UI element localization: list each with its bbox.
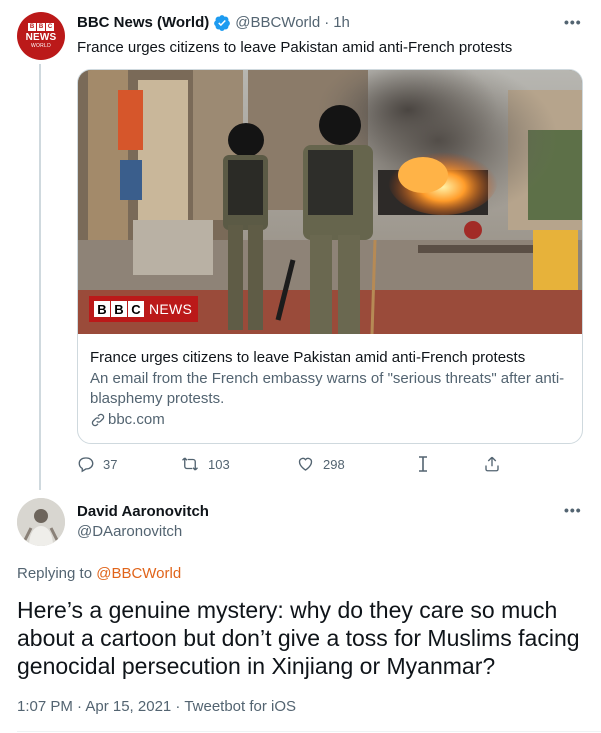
card-title[interactable]: France urges citizens to leave Pakistan … <box>90 348 570 368</box>
card-body: France urges citizens to leave Pakistan … <box>78 334 582 430</box>
reply-count: 37 <box>103 456 118 472</box>
tweetbot-icon <box>419 456 427 472</box>
bbc-news-watermark: BBC NEWS <box>89 296 199 322</box>
retweet-count: 103 <box>208 456 230 472</box>
david-aaronovitch-avatar[interactable] <box>17 498 65 546</box>
tweet2-metadata[interactable]: 1:07 PM · Apr 15, 2021 · Tweetbot for iO… <box>17 697 296 717</box>
retweet-icon <box>182 457 198 471</box>
tweetbot-button[interactable] <box>416 455 438 473</box>
tweet2-handle[interactable]: @DAaronovitch <box>77 522 182 542</box>
header-separator: · <box>324 14 330 31</box>
bbc-news-avatar[interactable]: BBC NEWS WORLD <box>17 12 65 60</box>
tweet1-text: France urges citizens to leave Pakistan … <box>77 39 513 56</box>
card-domain-text: bbc.com <box>108 411 165 428</box>
tweet1-timestamp[interactable]: 1h <box>333 13 350 33</box>
card-description: An email from the French embassy warns o… <box>90 370 565 407</box>
tweet2-text: Here’s a genuine mystery: why do they ca… <box>17 597 580 679</box>
replying-to-mention[interactable]: @BBCWorld <box>96 565 181 582</box>
replying-to-line: Replying to @BBCWorld <box>17 564 181 584</box>
protest-scene-illustration <box>78 70 582 334</box>
tweet1-display-name[interactable]: BBC News (World) <box>77 13 209 33</box>
bbc-logo-blocks: BBC <box>28 23 54 31</box>
avatar-world-text: WORLD <box>30 43 52 49</box>
tweet1-header: BBC News (World) @BBCWorld · 1h <box>77 13 350 33</box>
card-image: BBC NEWS <box>78 70 582 334</box>
link-icon <box>91 413 105 427</box>
link-preview-card[interactable]: BBC NEWS France urges citizens to leave … <box>77 69 583 444</box>
like-count: 298 <box>323 456 345 472</box>
share-button[interactable] <box>483 455 509 473</box>
replying-to-prefix: Replying to <box>17 565 97 582</box>
tweet1-action-bar: 37 103 298 <box>77 455 507 477</box>
more-horizontal-icon[interactable]: ••• <box>564 14 582 30</box>
verified-badge-icon <box>214 15 231 31</box>
tweet2-display-name[interactable]: David Aaronovitch <box>77 502 209 522</box>
retweet-button[interactable]: 103 <box>180 455 230 473</box>
avatar-photo <box>17 498 65 546</box>
reply-icon <box>78 457 94 473</box>
tweet1-handle[interactable]: @BBCWorld <box>235 13 320 33</box>
reply-button[interactable]: 37 <box>77 455 117 473</box>
avatar-news-text: NEWS <box>25 32 57 43</box>
thread-connector-line <box>39 64 41 490</box>
watermark-news-text: NEWS <box>149 301 193 317</box>
tweet-divider <box>17 731 601 732</box>
like-button[interactable]: 298 <box>296 455 345 473</box>
card-domain[interactable]: bbc.com <box>90 410 570 430</box>
share-icon <box>485 456 499 472</box>
heart-icon <box>298 457 313 471</box>
more-horizontal-icon[interactable]: ••• <box>564 502 582 518</box>
